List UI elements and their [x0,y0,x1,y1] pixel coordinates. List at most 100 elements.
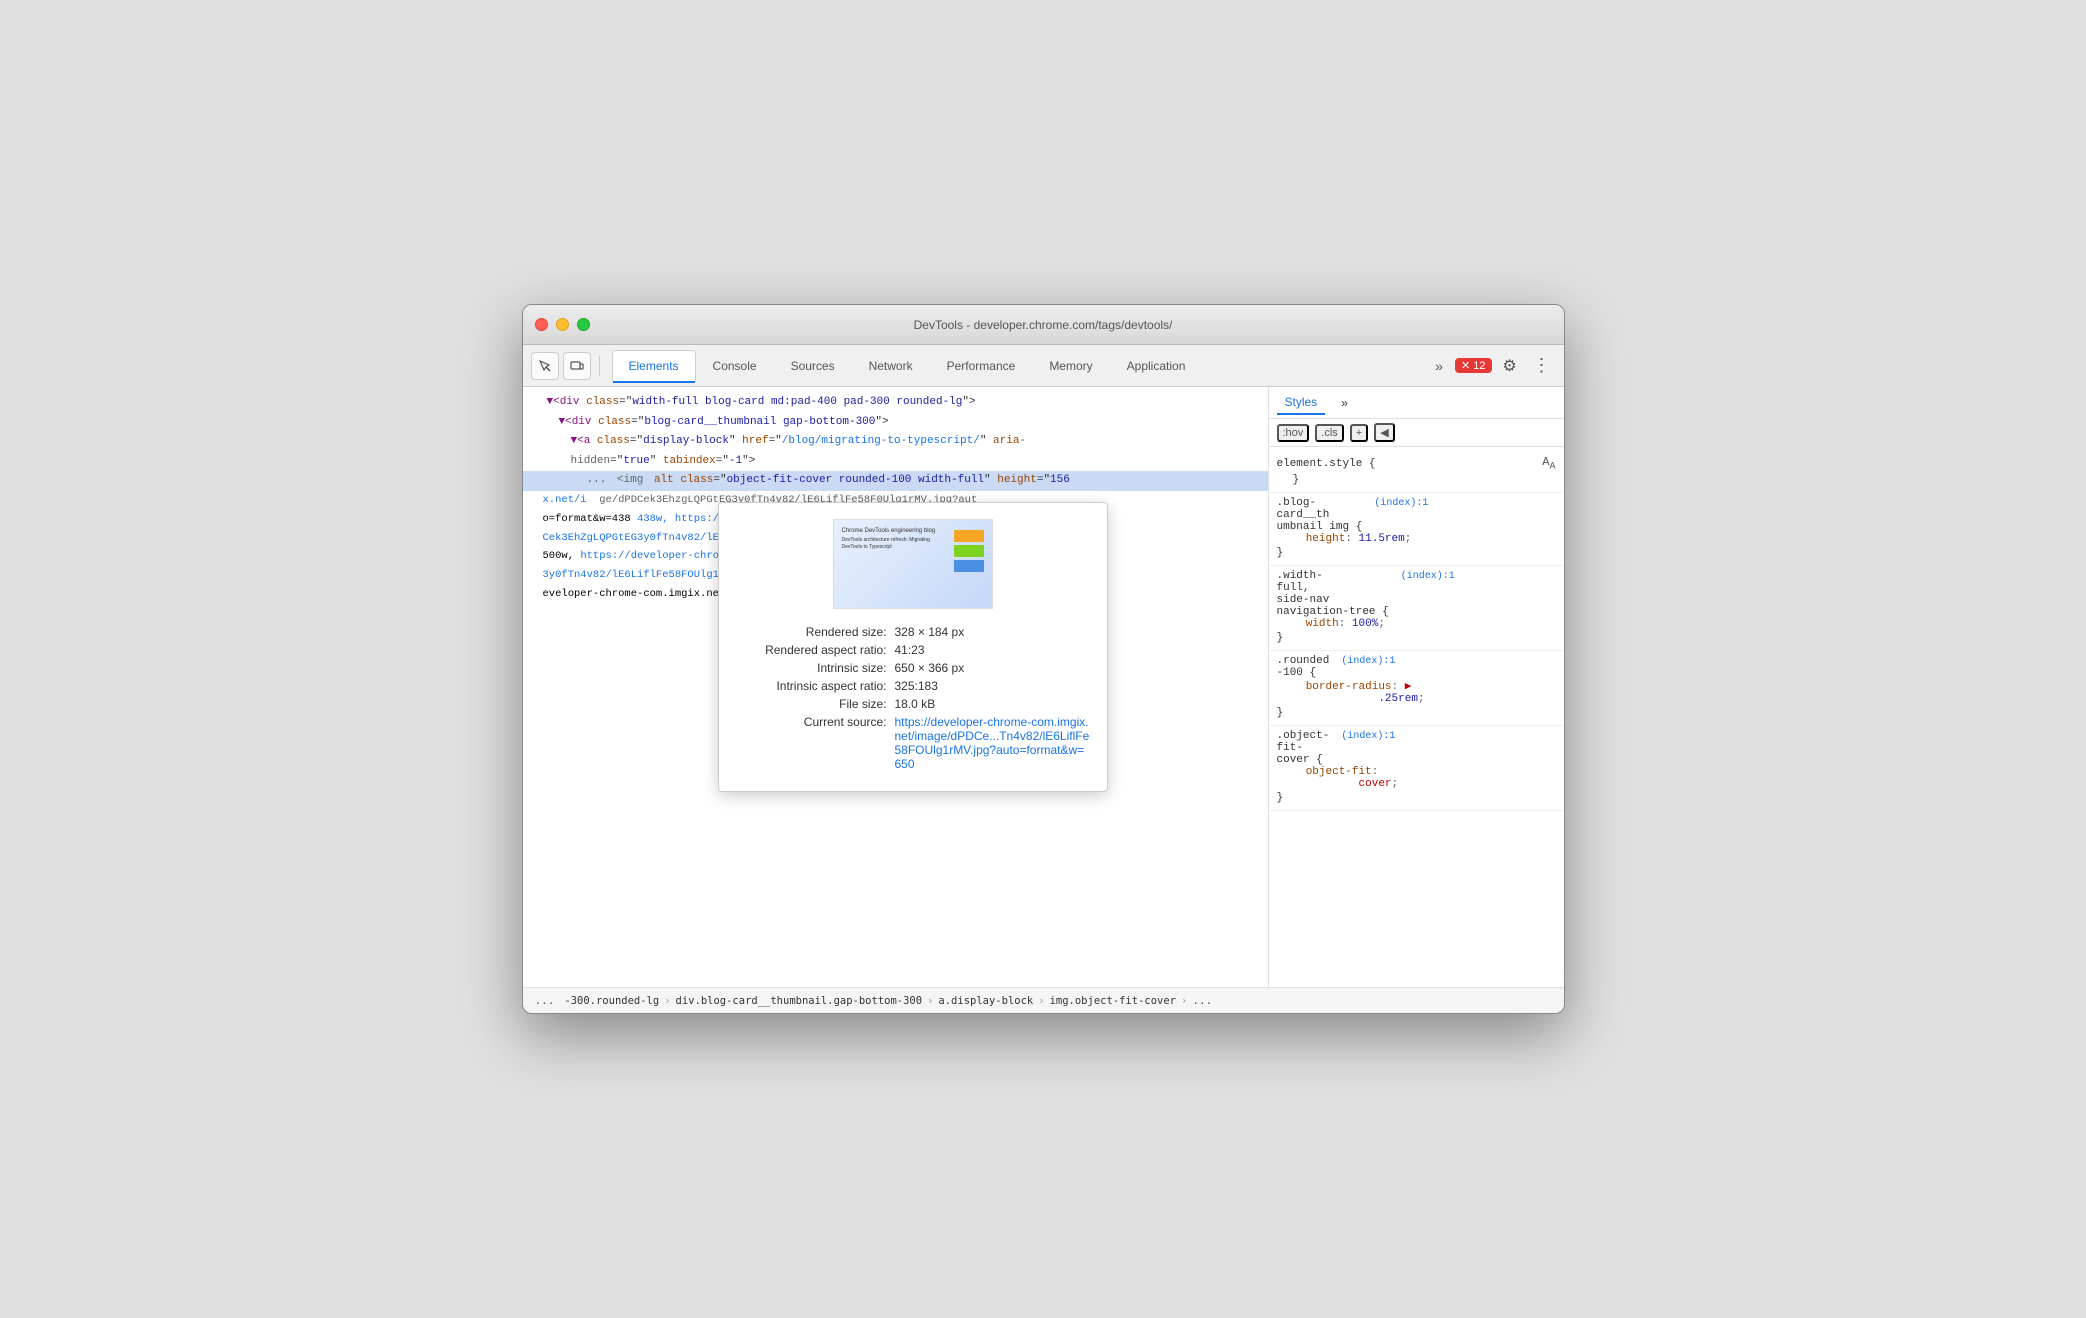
tooltip-value-current-source[interactable]: https://developer-chrome-com.imgix.net/i… [895,715,1091,771]
style-source-width[interactable]: (index):1 [1401,571,1455,582]
class-button[interactable]: .cls [1315,424,1344,442]
tooltip-label-intrinsic-ratio: Intrinsic aspect ratio: [735,679,895,693]
preview-block-orange [954,530,984,542]
style-prop-height: height: 11.5rem; [1277,533,1556,545]
tooltip-row-intrinsic-size: Intrinsic size: 650 × 366 px [735,661,1091,675]
breadcrumb-item-4[interactable]: img.object-fit-cover [1046,993,1180,1009]
tooltip-value-file-size: 18.0 kB [895,697,936,711]
tooltip-label-current-source: Current source: [735,715,895,771]
main-content: ▼<div class="width-full blog-card md:pad… [523,387,1564,987]
error-count-badge[interactable]: ✕ 12 [1455,358,1491,373]
tooltip-row-file-size: File size: 18.0 kB [735,697,1091,711]
tab-network[interactable]: Network [852,350,930,382]
style-selector-rounded: .rounded-100 { [1277,655,1330,679]
more-options-button[interactable]: ⋮ [1528,352,1556,380]
style-prop-width: width: 100%; [1277,618,1556,630]
tooltip-label-file-size: File size: [735,697,895,711]
dom-line-3b: hidden="true" tabindex="-1"> [523,452,1268,472]
style-prop-object-fit: object-fit: cover; [1277,766,1556,790]
hover-state-button[interactable]: :hov [1277,424,1310,442]
styles-content: element.style { AA } .blog-card__thumbna… [1269,447,1564,987]
tab-performance[interactable]: Performance [930,350,1033,382]
computed-styles-button[interactable]: ◀ [1374,423,1394,442]
tab-styles[interactable]: Styles [1277,391,1326,415]
tooltip-row-intrinsic-ratio: Intrinsic aspect ratio: 325:183 [735,679,1091,693]
style-rule-blog-thumbnail: .blog-card__thumbnail img { (index):1 he… [1269,493,1564,566]
tooltip-value-rendered-ratio: 41:23 [895,643,925,657]
style-rule-element: element.style { AA } [1269,451,1564,493]
tooltip-value-intrinsic-size: 650 × 366 px [895,661,965,675]
style-selector-element: element.style { [1277,458,1376,470]
style-selector-blog: .blog-card__thumbnail img { [1277,497,1363,533]
tooltip-label-rendered-size: Rendered size: [735,625,895,639]
bottom-bar: ... -300.rounded-lg › div.blog-card__thu… [523,987,1564,1013]
image-tooltip: Chrome DevTools engineering blog DevTool… [718,502,1108,792]
close-button[interactable] [535,318,548,331]
image-preview-inner: Chrome DevTools engineering blog DevTool… [834,520,992,608]
image-preview-box: Chrome DevTools engineering blog DevTool… [833,519,993,609]
style-source-rounded[interactable]: (index):1 [1341,656,1395,667]
breadcrumb-more[interactable]: ... [1188,994,1216,1007]
tooltip-row-rendered-ratio: Rendered aspect ratio: 41:23 [735,643,1091,657]
tab-sources[interactable]: Sources [774,350,852,382]
traffic-lights [535,318,590,331]
tab-styles-more[interactable]: » [1333,392,1356,414]
tab-console[interactable]: Console [696,350,774,382]
breadcrumb-ellipsis[interactable]: ... [531,994,559,1007]
breadcrumb-item-3[interactable]: a.display-block [934,993,1037,1009]
error-icon: ✕ [1461,359,1470,372]
dom-line-2[interactable]: ▼<div class="blog-card__thumbnail gap-bo… [523,413,1268,433]
style-rule-close4: } [1277,705,1556,721]
breadcrumb-item-2[interactable]: div.blog-card__thumbnail.gap-bottom-300 [672,993,927,1009]
tab-memory[interactable]: Memory [1032,350,1109,382]
style-rule-close5: } [1277,790,1556,806]
add-style-rule-button[interactable]: + [1350,424,1368,442]
preview-blocks [954,530,984,572]
preview-block-green [954,545,984,557]
toolbar-separator [599,356,600,376]
tooltip-value-rendered-size: 328 × 184 px [895,625,965,639]
tooltip-row-rendered-size: Rendered size: 328 × 184 px [735,625,1091,639]
style-selector-object-fit: .object-fit-cover { [1277,730,1330,766]
tooltip-label-rendered-ratio: Rendered aspect ratio: [735,643,895,657]
style-rule-width-full: .width-full,side-navnavigation-tree { (i… [1269,566,1564,651]
image-preview-container: Chrome DevTools engineering blog DevTool… [735,519,1091,609]
ellipsis-expand[interactable]: ... [583,474,611,486]
settings-button[interactable]: ⚙ [1496,352,1524,380]
devtools-window: DevTools - developer.chrome.com/tags/dev… [522,304,1565,1014]
minimize-button[interactable] [556,318,569,331]
styles-toolbar: :hov .cls + ◀ [1269,419,1564,447]
device-toolbar-button[interactable] [563,352,591,380]
tab-application[interactable]: Application [1110,350,1203,382]
error-count: 12 [1473,360,1485,372]
tooltip-value-intrinsic-ratio: 325:183 [895,679,938,693]
more-tabs-button[interactable]: » [1427,354,1451,378]
tooltip-row-current-source: Current source: https://developer-chrome… [735,715,1091,771]
style-prop-border-radius: border-radius: ▶ .25rem; [1277,679,1556,705]
tab-elements[interactable]: Elements [612,350,696,382]
dom-panel-wrapper: ▼<div class="width-full blog-card md:pad… [523,387,1269,987]
style-rule-close3: } [1277,630,1556,646]
style-source-blog[interactable]: (index):1 [1374,498,1428,509]
breadcrumb-item-1[interactable]: -300.rounded-lg [560,993,663,1009]
styles-header: Styles » [1269,387,1564,419]
style-rule-close: } [1277,472,1556,488]
tooltip-label-intrinsic-size: Intrinsic size: [735,661,895,675]
preview-block-blue [954,560,984,572]
dom-line-1[interactable]: ▼<div class="width-full blog-card md:pad… [523,393,1268,413]
dom-line-selected[interactable]: ... <img alt class="object-fit-cover rou… [523,471,1268,491]
preview-blog-title: DevTools architecture refresh: Migrating… [842,537,934,550]
font-size-toggle[interactable]: AA [1542,455,1555,472]
style-rule-object-fit: .object-fit-cover { (index):1 object-fit… [1269,726,1564,811]
styles-panel: Styles » :hov .cls + ◀ element.style { A… [1269,387,1564,987]
inspect-element-button[interactable] [531,352,559,380]
maximize-button[interactable] [577,318,590,331]
style-rule-rounded: .rounded-100 { (index):1 border-radius: … [1269,651,1564,726]
dom-line-3[interactable]: ▼<a class="display-block" href="/blog/mi… [523,432,1268,452]
style-source-object-fit[interactable]: (index):1 [1341,731,1395,742]
toolbar: Elements Console Sources Network Perform… [523,345,1564,387]
window-title: DevTools - developer.chrome.com/tags/dev… [914,318,1173,332]
titlebar: DevTools - developer.chrome.com/tags/dev… [523,305,1564,345]
tabs-extra: » ✕ 12 ⚙ ⋮ [1427,352,1555,380]
preview-blog-header: Chrome DevTools engineering blog [842,528,936,534]
